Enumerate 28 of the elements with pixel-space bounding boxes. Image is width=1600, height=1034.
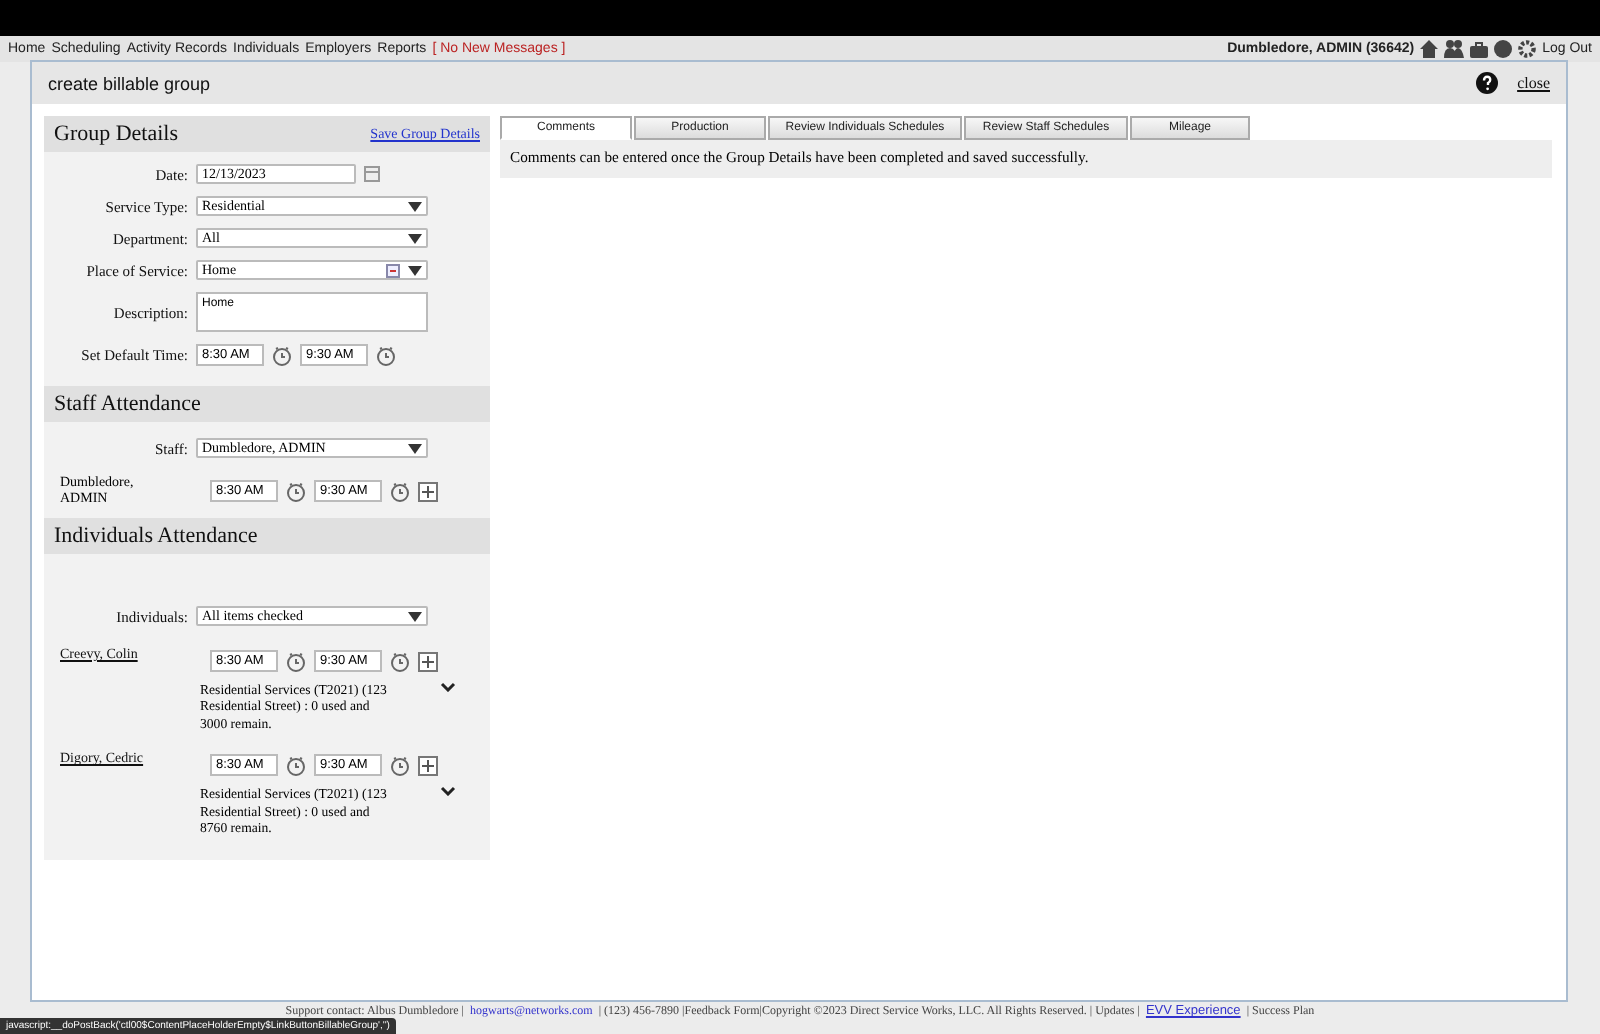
section-title: Staff Attendance — [54, 392, 201, 416]
clock-icon[interactable] — [390, 651, 410, 671]
settings-icon[interactable] — [1518, 40, 1537, 58]
chevron-down-icon[interactable] — [440, 786, 456, 797]
dropdown-caret-icon[interactable] — [408, 443, 422, 453]
clock-icon[interactable] — [286, 651, 306, 671]
briefcase-icon[interactable] — [1470, 41, 1489, 57]
section-title: Group Details — [54, 122, 179, 146]
add-icon[interactable] — [418, 755, 438, 776]
chevron-down-icon[interactable] — [440, 682, 456, 692]
clock-icon[interactable] — [286, 481, 306, 501]
dropdown-caret-icon[interactable] — [408, 611, 422, 621]
clock-icon[interactable] — [376, 345, 396, 365]
clock-icon[interactable] — [286, 755, 306, 776]
clock-icon[interactable] — [390, 481, 410, 501]
dialog-title: create billable group — [48, 73, 211, 93]
add-icon[interactable] — [418, 651, 438, 671]
clock-icon[interactable] — [390, 755, 410, 776]
home-icon[interactable] — [1420, 40, 1439, 58]
close-link[interactable]: close — [1517, 74, 1550, 92]
dropdown-caret-icon[interactable] — [408, 201, 422, 211]
section-title: Individuals Attendance — [54, 524, 258, 548]
dropdown-caret-icon[interactable] — [408, 233, 422, 243]
dropdown-caret-icon[interactable] — [408, 265, 422, 275]
lookup-icon[interactable] — [386, 263, 400, 277]
clock-icon[interactable] — [272, 345, 292, 365]
add-icon[interactable] — [418, 481, 438, 501]
people-icon[interactable] — [1444, 40, 1465, 58]
